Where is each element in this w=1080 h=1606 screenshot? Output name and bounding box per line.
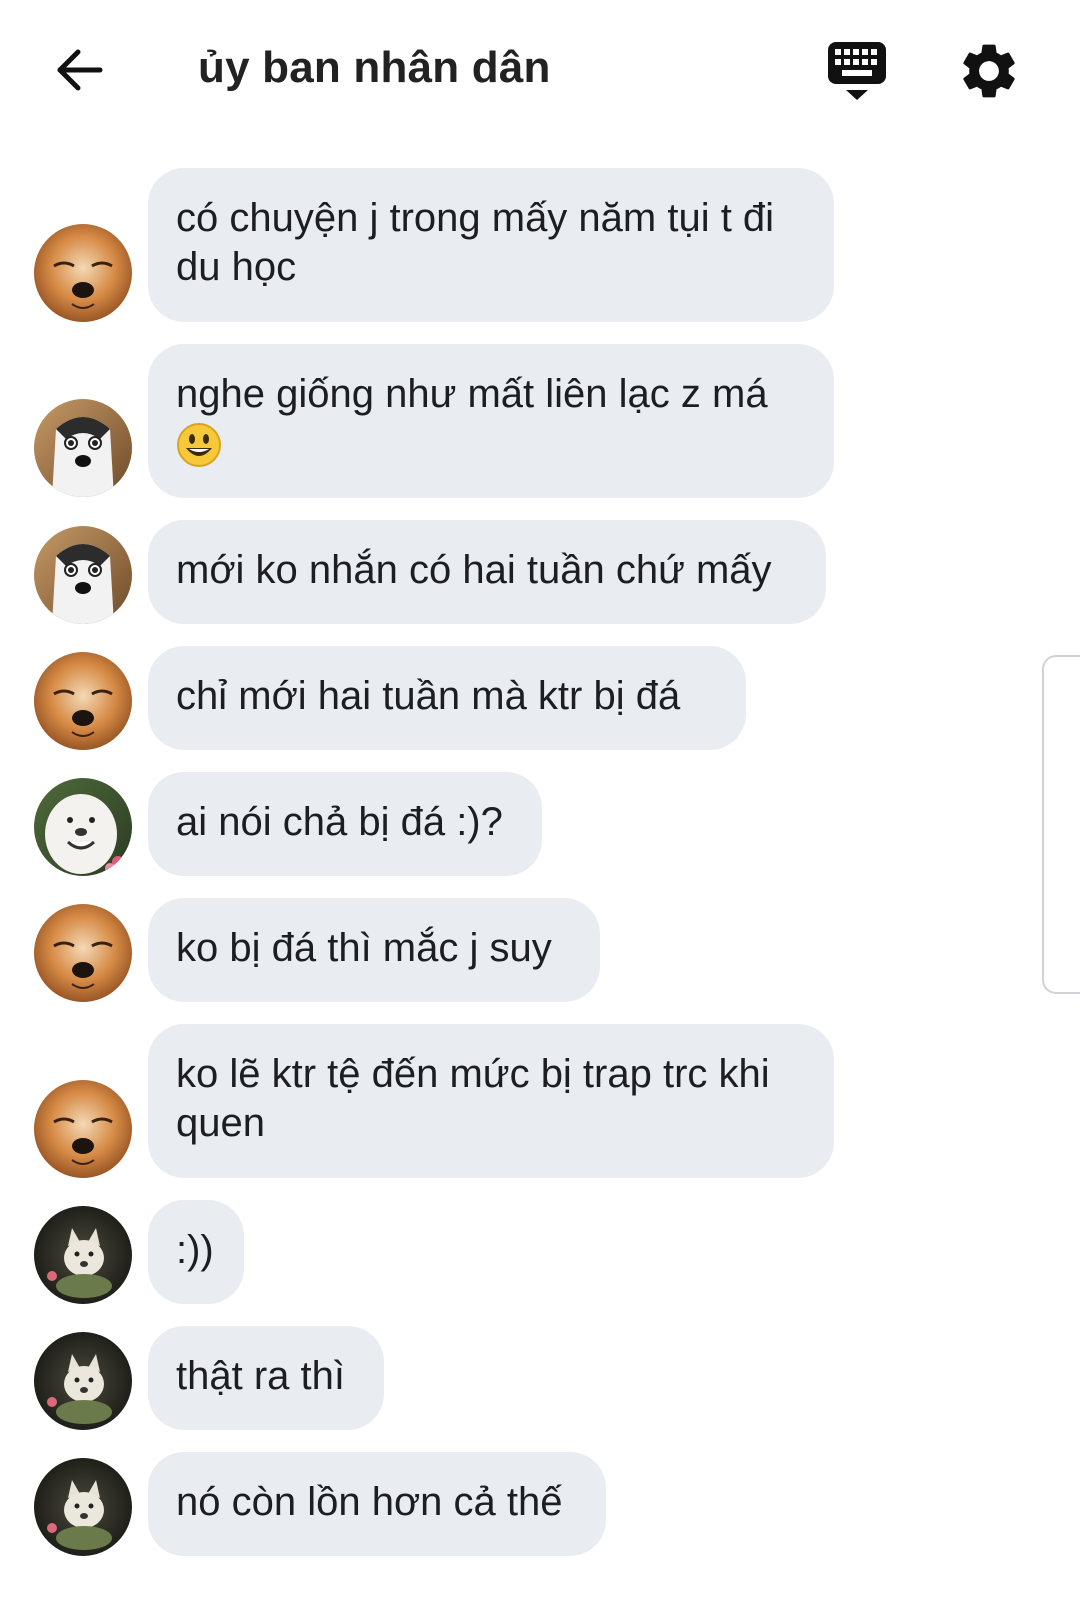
message-bubble: mới ko nhắn có hai tuần chứ mấy: [148, 520, 826, 624]
message-bubble: có chuyện j trong mấy năm tụi t đi du họ…: [148, 168, 834, 322]
message-bubble: nó còn lồn hơn cả thế: [148, 1452, 606, 1556]
avatar-fox[interactable]: [34, 904, 132, 1002]
message-bubble: ko lẽ ktr tệ đến mức bị trap trc khi que…: [148, 1024, 834, 1178]
message-text: mới ko nhắn có hai tuần chứ mấy: [176, 548, 772, 592]
avatar-dark-dog[interactable]: [34, 1458, 132, 1556]
message-bubble: :)): [148, 1200, 244, 1304]
message-bubble: chỉ mới hai tuần mà ktr bị đá: [148, 646, 746, 750]
message-list: có chuyện j trong mấy năm tụi t đi du họ…: [0, 0, 1080, 1606]
avatar-fox[interactable]: [34, 224, 132, 322]
message-text: ko bị đá thì mắc j suy: [176, 926, 552, 970]
message-bubble: ai nói chả bị đá :)?: [148, 772, 542, 876]
message-bubble: ko bị đá thì mắc j suy: [148, 898, 600, 1002]
message-bubble: thật ra thì: [148, 1326, 384, 1430]
message-text: nghe giống như mất liên lạc z má: [176, 372, 768, 416]
message-text: có chuyện j trong mấy năm tụi t đi du họ…: [176, 196, 774, 289]
message-text: :)): [176, 1228, 214, 1272]
side-scroll-handle[interactable]: [1042, 655, 1080, 994]
avatar-fox[interactable]: [34, 652, 132, 750]
message-text: thật ra thì: [176, 1354, 345, 1398]
message-text: ko lẽ ktr tệ đến mức bị trap trc khi que…: [176, 1052, 770, 1145]
message-text: ai nói chả bị đá :)?: [176, 800, 503, 844]
grinning-face-emoji: [176, 422, 222, 468]
avatar-husky[interactable]: [34, 526, 132, 624]
avatar-white-dog[interactable]: [34, 778, 132, 876]
message-text: nó còn lồn hơn cả thế: [176, 1480, 563, 1524]
message-text: chỉ mới hai tuần mà ktr bị đá: [176, 674, 680, 718]
avatar-dark-dog[interactable]: [34, 1206, 132, 1304]
avatar-husky[interactable]: [34, 399, 132, 497]
message-bubble: nghe giống như mất liên lạc z má: [148, 344, 834, 498]
avatar-fox[interactable]: [34, 1080, 132, 1178]
avatar-dark-dog[interactable]: [34, 1332, 132, 1430]
